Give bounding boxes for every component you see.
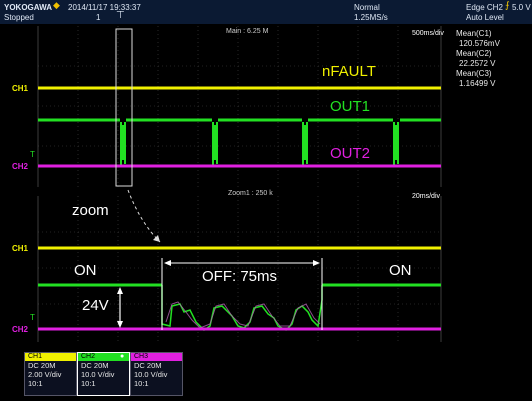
ch2-active-icon: ● bbox=[120, 353, 125, 360]
main-timebase: 500ms/div bbox=[412, 30, 444, 37]
arrow-right-icon bbox=[313, 260, 320, 266]
mean-c3-label: Mean(C3) bbox=[456, 69, 492, 78]
ch2-pwm-zoom-overlay bbox=[165, 301, 321, 329]
ch1-settings-box[interactable]: CH1 DC 20M 2.00 V/div 10:1 bbox=[24, 352, 77, 396]
ch2-marker-main[interactable]: CH2 bbox=[12, 162, 28, 171]
measurement-panel: Mean(C1) 120.576mV Mean(C2) 22.2572 V Me… bbox=[456, 29, 500, 89]
ch3-probe: 10:1 bbox=[134, 379, 149, 388]
trigger-marker-main-icon: T bbox=[30, 150, 35, 159]
ch3-settings-box[interactable]: CH3 DC 20M 10.0 V/div 10:1 bbox=[130, 352, 183, 396]
zoom-timebase: 20ms/div bbox=[412, 193, 441, 200]
arrow-left-icon bbox=[164, 260, 171, 266]
mean-c2-value: 22.2572 V bbox=[459, 59, 496, 68]
ch1-marker-zoom[interactable]: CH1 bbox=[12, 244, 28, 253]
ch1-probe: 10:1 bbox=[28, 379, 43, 388]
ch2-probe: 10:1 bbox=[81, 379, 96, 388]
mean-c1-value: 120.576mV bbox=[459, 39, 500, 48]
out1-annotation: OUT1 bbox=[330, 98, 371, 115]
off-duration-annotation: OFF: 75ms bbox=[202, 268, 278, 285]
mean-c1-label: Mean(C1) bbox=[456, 29, 492, 38]
ch3-scale: 10.0 V/div bbox=[134, 370, 168, 379]
trigger-marker-zoom-icon: T bbox=[30, 313, 35, 322]
mean-c2-label: Mean(C2) bbox=[456, 49, 492, 58]
mean-c3-value: 1.16499 V bbox=[459, 79, 496, 88]
main-grid bbox=[37, 26, 442, 187]
ch3-coupling: DC 20M bbox=[134, 361, 162, 370]
on-right-annotation: ON bbox=[389, 262, 412, 279]
ch1-tab: CH1 bbox=[25, 353, 76, 361]
ch3-tab: CH3 bbox=[131, 353, 182, 361]
ch2-marker-zoom[interactable]: CH2 bbox=[12, 325, 28, 334]
zoom-window-label: Zoom1 : 250 k bbox=[228, 190, 273, 197]
ch1-scale: 2.00 V/div bbox=[28, 370, 62, 379]
zoom-arrow bbox=[127, 189, 161, 243]
ch2-coupling: DC 20M bbox=[81, 361, 109, 370]
waveform-display bbox=[37, 26, 442, 342]
zoom-annotation: zoom bbox=[72, 202, 109, 219]
voltage-annotation: 24V bbox=[82, 297, 109, 314]
out2-annotation: OUT2 bbox=[330, 145, 371, 162]
ch1-coupling: DC 20M bbox=[28, 361, 56, 370]
zoom-arrow-head-icon bbox=[153, 235, 160, 242]
nfault-annotation: nFAULT bbox=[322, 63, 376, 80]
main-window-label: Main : 6.25 M bbox=[226, 28, 269, 35]
ch1-marker-main[interactable]: CH1 bbox=[12, 84, 28, 93]
ch2-settings-box[interactable]: CH2 ● DC 20M 10.0 V/div 10:1 bbox=[77, 352, 130, 396]
ch2-scale: 10.0 V/div bbox=[81, 370, 115, 379]
on-left-annotation: ON bbox=[74, 262, 97, 279]
